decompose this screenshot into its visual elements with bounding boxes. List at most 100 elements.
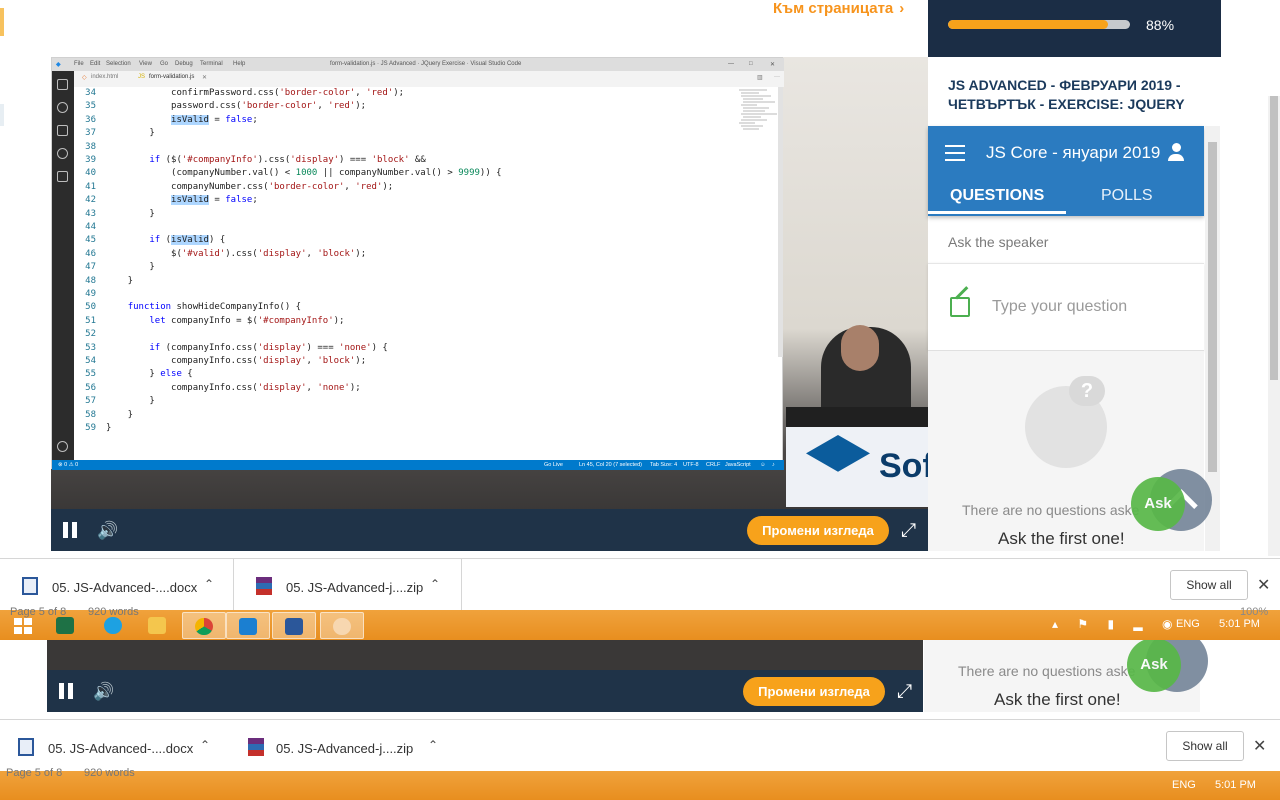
progress-bar (948, 20, 1130, 29)
pause-icon[interactable] (58, 683, 74, 699)
taskbar-word[interactable] (272, 612, 316, 639)
close-icon[interactable]: ✕ (1253, 736, 1266, 756)
download-item[interactable]: 05. JS-Advanced-j....zip ⌃ (234, 559, 462, 611)
more-icon[interactable]: ··· (774, 74, 780, 80)
maximize-icon[interactable]: □ (749, 61, 753, 67)
windows-start-icon[interactable] (14, 618, 32, 634)
download-filename[interactable]: 05. JS-Advanced-....docx (48, 741, 193, 756)
menu-selection[interactable]: Selection (106, 61, 131, 67)
fullscreen-icon[interactable]: ⤢ (897, 681, 912, 703)
source-control-icon[interactable] (57, 125, 68, 136)
cursor-position[interactable]: Ln 45, Col 20 (7 selected) (579, 462, 642, 468)
code-text: companyInfo.css('display', 'none'); (106, 382, 361, 393)
bell-icon[interactable]: ♪ (772, 462, 775, 468)
fullscreen-icon[interactable]: ⤢ (901, 520, 916, 542)
ask-button[interactable]: Ask (1127, 640, 1181, 692)
gear-icon[interactable] (57, 441, 68, 452)
code-text: let companyInfo = $('#companyInfo'); (149, 315, 345, 326)
video-player[interactable]: Sof ◆ File Edit Selection View Go Debug … (51, 57, 928, 551)
line-ending[interactable]: CRLF (706, 462, 720, 468)
tab-form-validation[interactable]: form-validation.js (149, 74, 194, 80)
line-number: 42 (85, 195, 96, 206)
volume-icon[interactable]: 🔊 (97, 521, 118, 541)
split-editor-icon[interactable]: ▥ (757, 74, 763, 81)
minimap[interactable] (737, 87, 781, 137)
scrollbar-thumb[interactable] (1208, 142, 1217, 472)
line-number: 54 (85, 356, 96, 366)
extensions-icon[interactable] (57, 171, 68, 182)
tab-close-icon[interactable]: ✕ (202, 74, 207, 81)
vscode-tabs: ◇ index.html JS form-validation.js ✕ ▥ ·… (74, 71, 784, 87)
tab-index-html[interactable]: index.html (91, 74, 118, 80)
taskbar-explorer[interactable] (136, 612, 180, 639)
pause-icon[interactable] (62, 522, 78, 538)
menu-go[interactable]: Go (160, 61, 168, 67)
close-icon[interactable]: ✕ (1257, 575, 1270, 595)
line-number: 49 (85, 289, 96, 299)
change-view-button[interactable]: Промени изгледа (747, 516, 889, 545)
downloads-bar: 05. JS-Advanced-....docx ⌃ 05. JS-Advanc… (0, 558, 1280, 611)
ask-button[interactable]: Ask (1131, 477, 1185, 531)
to-page-link[interactable]: Към страницата › (773, 0, 904, 18)
word-file-icon (22, 577, 38, 595)
go-live-button[interactable]: Go Live (544, 462, 563, 468)
scrollbar-thumb[interactable] (1270, 96, 1278, 380)
page-scrollbar[interactable] (1268, 96, 1280, 556)
menu-help[interactable]: Help (233, 61, 245, 67)
menu-view[interactable]: View (139, 61, 152, 67)
show-all-button[interactable]: Show all (1166, 731, 1244, 761)
question-input-card[interactable]: Type your question (928, 263, 1204, 351)
volume-icon[interactable]: 🔊 (93, 682, 114, 702)
clock[interactable]: 5:01 PM (1215, 779, 1256, 791)
language-indicator[interactable]: ENG (1176, 618, 1200, 630)
taskbar-app[interactable] (320, 612, 364, 639)
code-line: 38 (74, 142, 106, 155)
menu-terminal[interactable]: Terminal (200, 61, 223, 67)
clock[interactable]: 5:01 PM (1219, 618, 1260, 630)
chevron-up-icon[interactable]: ⌃ (204, 577, 214, 591)
language-indicator[interactable]: ENG (1172, 779, 1196, 791)
code-line: 49 (74, 289, 106, 302)
editor-scrollbar[interactable] (778, 87, 783, 357)
duplicate-frame: 🔊 Промени изгледа ⤢ There are no questio… (0, 640, 1280, 800)
progress-bar-fill (948, 20, 1109, 29)
vscode-activity-bar (52, 71, 74, 461)
chevron-up-icon[interactable]: ⌃ (428, 738, 438, 752)
chevron-up-icon[interactable]: ⌃ (200, 738, 210, 752)
problems-count[interactable]: ⊗ 0 ⚠ 0 (58, 462, 78, 468)
hamburger-menu-icon[interactable] (945, 145, 965, 161)
vscode-window-title: form-validation.js · JS Advanced · JQuer… (330, 61, 522, 67)
debug-icon[interactable] (57, 148, 68, 159)
code-editor[interactable]: 34 confirmPassword.css('border-color', '… (74, 87, 764, 460)
language-mode[interactable]: JavaScript (725, 462, 751, 468)
code-line: 41 companyNumber.css('border-color', 're… (74, 182, 393, 195)
code-text: } (106, 208, 155, 219)
show-all-button[interactable]: Show all (1170, 570, 1248, 600)
tab-size[interactable]: Tab Size: 4 (650, 462, 677, 468)
smiley-icon[interactable]: ☺ (760, 462, 766, 468)
code-text: } (106, 396, 155, 407)
explorer-icon[interactable] (57, 79, 68, 90)
change-view-button[interactable]: Промени изгледа (743, 677, 885, 706)
chevron-up-icon[interactable]: ⌃ (430, 577, 440, 591)
menu-edit[interactable]: Edit (90, 61, 100, 67)
tab-questions[interactable]: QUESTIONS (950, 187, 1044, 205)
code-line: 50 function showHideCompanyInfo() { (74, 302, 301, 315)
menu-file[interactable]: File (74, 61, 84, 67)
download-filename[interactable]: 05. JS-Advanced-j....zip (276, 741, 413, 756)
taskbar-vscode[interactable] (226, 612, 270, 639)
question-input[interactable]: Type your question (992, 298, 1127, 316)
close-icon[interactable]: ✕ (770, 61, 775, 68)
tab-polls[interactable]: POLLS (1101, 187, 1153, 205)
user-icon[interactable] (1166, 143, 1186, 163)
dup-downloads-bar: 05. JS-Advanced-....docx ⌃ 05. JS-Advanc… (0, 719, 1280, 771)
code-line: 53 if (companyInfo.css('display') === 'n… (74, 343, 388, 356)
system-tray-icons[interactable]: ▴ ⚑ ▮ ▂ ◉ (1052, 617, 1180, 631)
search-icon[interactable] (57, 102, 68, 113)
vscode-status-bar: ⊗ 0 ⚠ 0 Go Live Ln 45, Col 20 (7 selecte… (52, 460, 784, 470)
minimize-icon[interactable]: — (728, 61, 734, 67)
menu-debug[interactable]: Debug (175, 61, 193, 67)
download-item[interactable]: 05. JS-Advanced-....docx ⌃ (0, 559, 234, 611)
taskbar-chrome[interactable] (182, 612, 226, 639)
encoding[interactable]: UTF-8 (683, 462, 699, 468)
